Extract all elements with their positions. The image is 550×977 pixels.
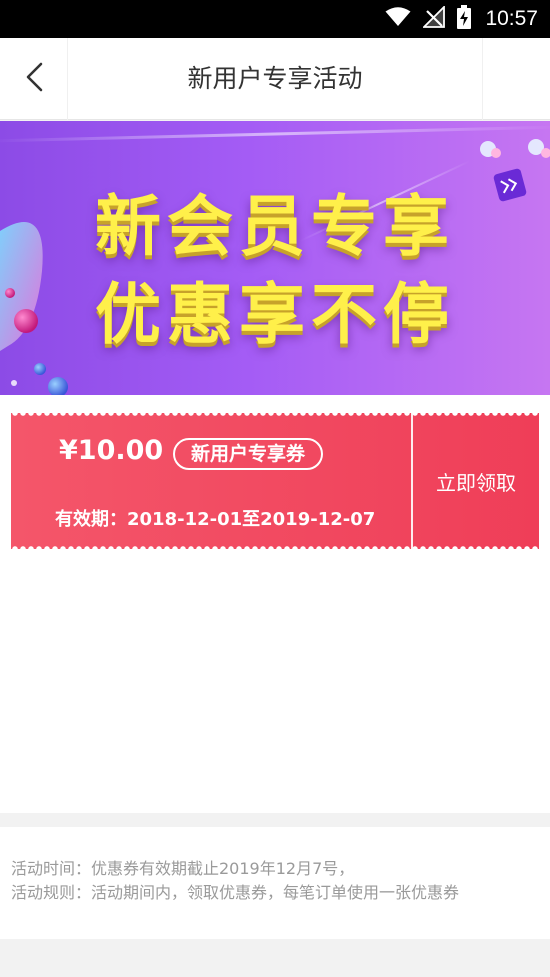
coupon-amount: ¥10.00 bbox=[59, 435, 164, 466]
activity-rule-text: 活动规则：活动期间内，领取优惠券，每笔订单使用一张优惠券 bbox=[11, 883, 460, 902]
wifi-icon bbox=[385, 7, 411, 31]
back-button[interactable] bbox=[0, 38, 68, 120]
activity-time-text: 活动时间：优惠券有效期截止2019年12月7号， bbox=[11, 859, 355, 878]
coupon-list: ¥10.00 新用户专享券 有效期：2018-12-01至2019-12-07 … bbox=[0, 395, 550, 813]
chevron-left-icon bbox=[24, 62, 44, 96]
coupon-validity: 有效期：2018-12-01至2019-12-07 bbox=[55, 509, 376, 530]
no-signal-icon bbox=[422, 4, 446, 32]
coupon-card: ¥10.00 新用户专享券 有效期：2018-12-01至2019-12-07 … bbox=[11, 413, 539, 549]
battery-charging-icon bbox=[457, 5, 472, 33]
promo-banner[interactable]: 新会员专享 优惠享不停 bbox=[0, 121, 550, 395]
status-icons: 10:57 bbox=[385, 0, 538, 38]
nav-bar: 新用户专享活动 bbox=[0, 38, 550, 120]
coupon-type-badge: 新用户专享券 bbox=[173, 438, 324, 470]
status-bar: 10:57 bbox=[0, 0, 550, 38]
banner-headline-1: 新会员专享 bbox=[95, 188, 455, 265]
activity-rules: 活动时间：优惠券有效期截止2019年12月7号， 活动规则：活动期间内，领取优惠… bbox=[0, 827, 550, 939]
claim-coupon-button[interactable]: 立即领取 bbox=[413, 413, 539, 549]
page-title: 新用户专享活动 bbox=[187, 64, 363, 93]
status-time: 10:57 bbox=[485, 7, 538, 30]
nav-right-slot bbox=[482, 38, 550, 120]
banner-headline-2: 优惠享不停 bbox=[95, 276, 455, 353]
